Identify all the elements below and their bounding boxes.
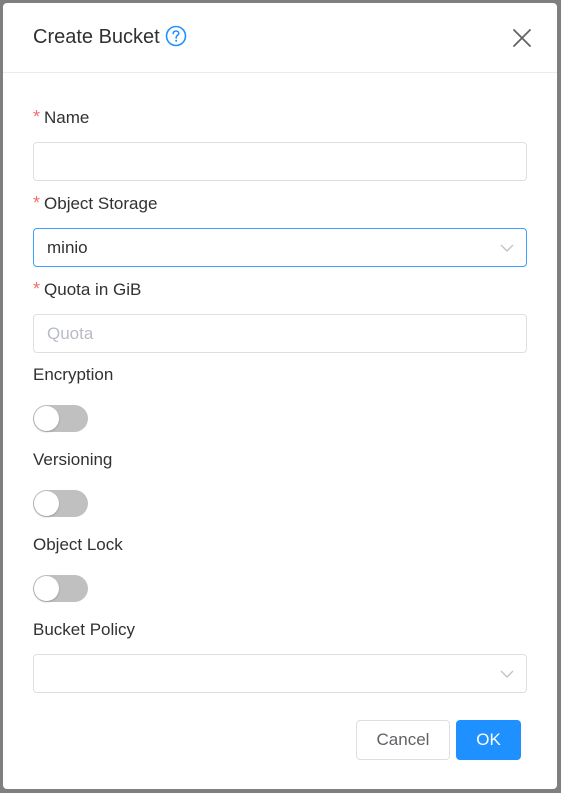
bucket-policy-select[interactable] bbox=[33, 654, 527, 693]
create-bucket-dialog: Create Bucket * Name * Object Storage mini… bbox=[3, 3, 557, 789]
quota-label: * Quota in GiB bbox=[33, 279, 142, 299]
versioning-toggle[interactable] bbox=[33, 490, 88, 517]
close-icon[interactable] bbox=[511, 27, 533, 49]
cancel-button[interactable]: Cancel bbox=[356, 720, 450, 760]
quota-placeholder: Quota bbox=[47, 324, 94, 343]
object-lock-toggle[interactable] bbox=[33, 575, 88, 602]
question-circle-icon[interactable] bbox=[165, 25, 187, 47]
name-label: * Name bbox=[33, 107, 90, 127]
encryption-label: Encryption bbox=[33, 365, 114, 384]
object-lock-label: Object Lock bbox=[33, 535, 123, 554]
dialog-title: Create Bucket bbox=[33, 26, 160, 48]
chevron-down-icon bbox=[500, 244, 514, 252]
bucket-policy-label: Bucket Policy bbox=[33, 620, 136, 639]
required-marker: * bbox=[33, 193, 41, 213]
toggle-knob bbox=[34, 491, 59, 516]
chevron-down-icon bbox=[500, 670, 514, 678]
object-storage-selected: minio bbox=[47, 238, 88, 257]
ok-button[interactable]: OK bbox=[456, 720, 521, 760]
required-marker: * bbox=[33, 107, 41, 127]
toggle-knob bbox=[34, 576, 59, 601]
object-storage-select[interactable]: minio bbox=[33, 228, 527, 267]
name-input[interactable] bbox=[33, 142, 527, 181]
toggle-knob bbox=[34, 406, 59, 431]
object-storage-label: * Object Storage bbox=[33, 193, 158, 213]
dialog-header: Create Bucket bbox=[3, 3, 557, 73]
quota-input[interactable]: Quota bbox=[33, 314, 527, 353]
versioning-label: Versioning bbox=[33, 450, 113, 469]
encryption-toggle[interactable] bbox=[33, 405, 88, 432]
required-marker: * bbox=[33, 279, 41, 299]
